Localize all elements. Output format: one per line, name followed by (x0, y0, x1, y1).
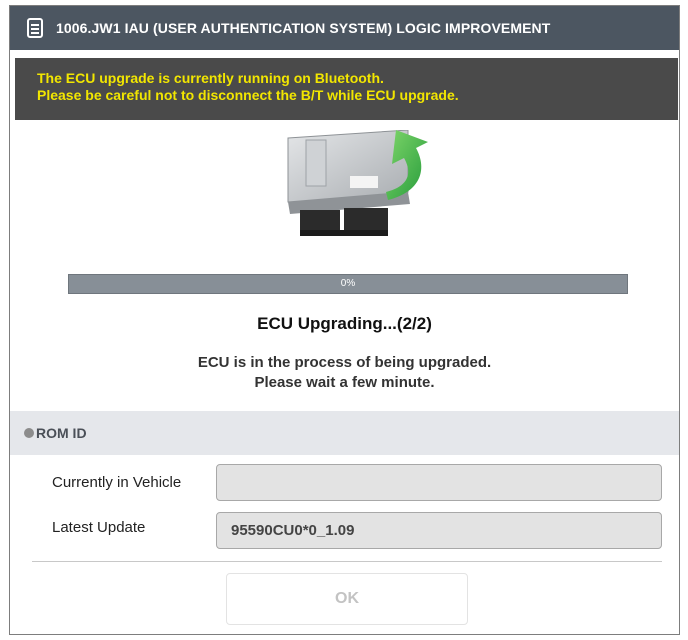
bullet-icon (24, 428, 34, 438)
dialog-title: 1006.JW1 IAU (USER AUTHENTICATION SYSTEM… (56, 20, 551, 36)
warning-line-2: Please be careful not to disconnect the … (37, 87, 459, 103)
warning-line-1: The ECU upgrade is currently running on … (37, 70, 384, 86)
status-line-1: ECU is in the process of being upgraded. (197, 354, 492, 371)
title-bar: 1006.JW1 IAU (USER AUTHENTICATION SYSTEM… (10, 6, 679, 50)
status-description: ECU is in the process of being upgraded.… (10, 353, 679, 393)
upgrade-progress-bar: 0% (68, 274, 628, 294)
status-title: ECU Upgrading...(2/2) (257, 314, 432, 333)
document-list-icon (24, 17, 46, 39)
divider (32, 561, 662, 562)
progress-percent: 0% (340, 278, 356, 289)
status-line-2: Please wait a few minute. (254, 374, 435, 391)
latest-version-label: Latest Update (52, 519, 146, 536)
rom-id-header: ROM ID (10, 411, 679, 455)
latest-version-field: 95590CU0*0_1.09 (216, 512, 662, 549)
ecu-upgrade-icon (270, 129, 430, 246)
current-version-label: Currently in Vehicle (52, 474, 182, 491)
current-version-field (216, 464, 662, 501)
ok-button[interactable]: OK (226, 573, 468, 625)
rom-id-label: ROM ID (36, 425, 87, 441)
bluetooth-warning-banner: The ECU upgrade is currently running on … (15, 58, 678, 120)
